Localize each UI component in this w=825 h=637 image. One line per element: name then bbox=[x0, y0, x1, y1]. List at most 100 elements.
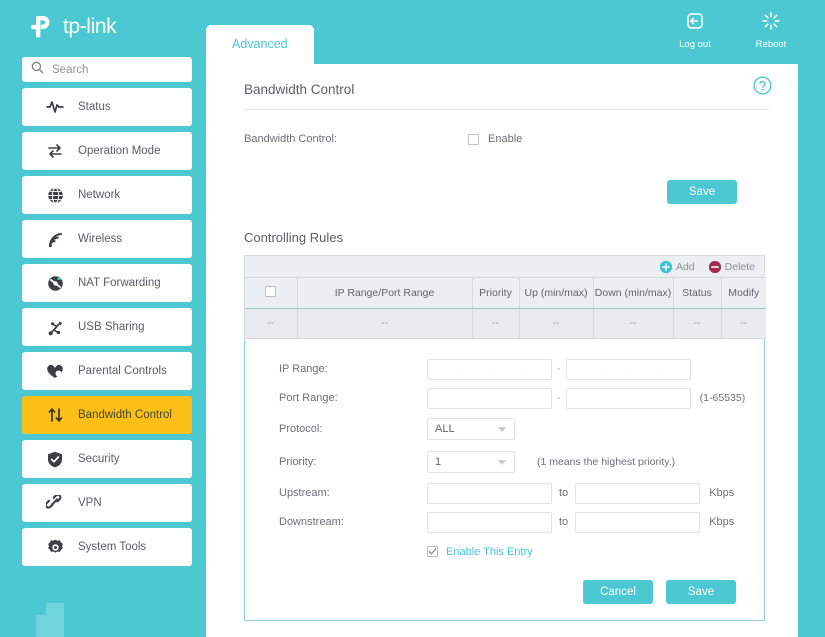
port-range-row: Port Range: - (1-65535) bbox=[245, 384, 764, 413]
refresh-circle-icon bbox=[46, 274, 64, 292]
sidebar-item-usb-sharing[interactable]: USB Sharing bbox=[22, 308, 192, 346]
sidebar-item-nat-forwarding[interactable]: NAT Forwarding bbox=[22, 264, 192, 302]
sidebar-item-label: Status bbox=[78, 101, 111, 113]
logout-label: Log out bbox=[679, 39, 711, 50]
sidebar: tp-link Search Status bbox=[0, 0, 206, 637]
priority-select[interactable]: 1 bbox=[427, 451, 515, 473]
sidebar-item-vpn[interactable]: VPN bbox=[22, 484, 192, 522]
priority-label: Priority: bbox=[279, 456, 427, 468]
sidebar-item-system-tools[interactable]: System Tools bbox=[22, 528, 192, 566]
upstream-row: Upstream: to Kbps bbox=[245, 479, 764, 508]
chevron-down-icon bbox=[498, 427, 506, 432]
sidebar-item-label: NAT Forwarding bbox=[78, 277, 161, 289]
add-rule-button[interactable]: Add bbox=[660, 261, 695, 273]
search-placeholder: Search bbox=[52, 64, 88, 76]
sidebar-menu: Status Operation Mode bbox=[22, 88, 192, 572]
protocol-label: Protocol: bbox=[279, 423, 427, 435]
ip-range-end-input[interactable] bbox=[566, 359, 691, 380]
reboot-button[interactable]: Reboot bbox=[745, 11, 797, 50]
sidebar-item-operation-mode[interactable]: Operation Mode bbox=[22, 132, 192, 170]
upstream-label: Upstream: bbox=[279, 487, 427, 499]
sidebar-item-status[interactable]: Status bbox=[22, 88, 192, 126]
upstream-max-input[interactable] bbox=[575, 483, 700, 504]
port-range-label: Port Range: bbox=[279, 392, 427, 404]
chevron-down-icon bbox=[498, 460, 506, 465]
upstream-separator: to bbox=[559, 487, 568, 499]
form-actions: Cancel Save bbox=[245, 580, 764, 604]
cell-ip-port-range: -- bbox=[297, 308, 472, 338]
downstream-min-input[interactable] bbox=[427, 512, 552, 533]
up-down-arrows-icon bbox=[46, 406, 64, 424]
ip-range-row: IP Range: ... - ... bbox=[245, 355, 764, 384]
port-range-end-input[interactable] bbox=[566, 388, 691, 409]
ip-range-start-input[interactable] bbox=[427, 359, 552, 380]
priority-row: Priority: 1 (1 means the highest priorit… bbox=[245, 446, 764, 479]
enable-entry-row: Enable This Entry bbox=[245, 546, 764, 558]
downstream-row: Downstream: to Kbps bbox=[245, 508, 764, 537]
sidebar-item-wireless[interactable]: Wireless bbox=[22, 220, 192, 258]
priority-value: 1 bbox=[435, 456, 441, 468]
table-row[interactable]: -- -- -- -- -- -- -- bbox=[245, 308, 766, 338]
ip-range-label: IP Range: bbox=[279, 363, 427, 375]
sidebar-item-label: USB Sharing bbox=[78, 321, 144, 333]
pulse-icon bbox=[46, 98, 64, 116]
protocol-row: Protocol: ALL bbox=[245, 413, 764, 446]
column-down-min-max: Down (min/max) bbox=[593, 278, 673, 308]
column-ip-port-range: IP Range/Port Range bbox=[297, 278, 472, 308]
port-range-separator: - bbox=[557, 392, 561, 404]
sidebar-item-parental-controls[interactable]: Parental Controls bbox=[22, 352, 192, 390]
search-input[interactable]: Search bbox=[22, 57, 192, 82]
main-content: Bandwidth Control Bandwidth Control: Ena… bbox=[206, 64, 798, 637]
protocol-select[interactable]: ALL bbox=[427, 418, 515, 440]
sidebar-item-label: Bandwidth Control bbox=[78, 409, 172, 421]
swap-arrows-icon bbox=[46, 142, 64, 160]
bandwidth-save-button[interactable]: Save bbox=[667, 180, 737, 204]
sidebar-item-network[interactable]: Network bbox=[22, 176, 192, 214]
priority-hint: (1 means the highest priority.) bbox=[537, 456, 675, 468]
select-all-checkbox[interactable] bbox=[265, 286, 276, 297]
help-icon[interactable] bbox=[753, 76, 772, 100]
sidebar-item-bandwidth-control[interactable]: Bandwidth Control bbox=[22, 396, 192, 434]
upstream-min-input[interactable] bbox=[427, 483, 552, 504]
chain-link-icon bbox=[46, 494, 64, 512]
search-icon bbox=[31, 61, 44, 79]
tab-advanced[interactable]: Advanced bbox=[206, 25, 314, 64]
sidebar-item-label: VPN bbox=[78, 497, 102, 509]
add-rule-label: Add bbox=[676, 261, 695, 273]
logout-button[interactable]: Log out bbox=[669, 11, 721, 50]
sidebar-item-security[interactable]: Security bbox=[22, 440, 192, 478]
table-toolbar: Add Delete bbox=[245, 256, 764, 278]
downstream-separator: to bbox=[559, 516, 568, 528]
delete-rule-button[interactable]: Delete bbox=[709, 261, 755, 273]
cancel-button[interactable]: Cancel bbox=[583, 580, 653, 604]
downstream-label: Downstream: bbox=[279, 516, 427, 528]
section-divider bbox=[244, 109, 770, 110]
protocol-value: ALL bbox=[435, 423, 455, 435]
sidebar-item-label: Security bbox=[78, 453, 120, 465]
port-range-start-input[interactable] bbox=[427, 388, 552, 409]
tab-advanced-label: Advanced bbox=[232, 37, 288, 51]
column-up-min-max: Up (min/max) bbox=[519, 278, 593, 308]
header-actions: Log out bbox=[669, 11, 797, 50]
upstream-unit: Kbps bbox=[709, 487, 734, 499]
save-button[interactable]: Save bbox=[666, 580, 736, 604]
controlling-rules-table-wrap: Add Delete bbox=[244, 255, 765, 339]
column-status: Status bbox=[673, 278, 721, 308]
globe-icon bbox=[46, 186, 64, 204]
enable-entry-checkbox[interactable] bbox=[427, 546, 438, 557]
sidebar-item-label: System Tools bbox=[78, 541, 146, 553]
bandwidth-control-enable-checkbox[interactable] bbox=[468, 134, 479, 145]
reboot-label: Reboot bbox=[756, 39, 787, 50]
enable-entry-label[interactable]: Enable This Entry bbox=[446, 546, 533, 558]
sidebar-item-label: Operation Mode bbox=[78, 145, 160, 157]
bandwidth-control-title: Bandwidth Control bbox=[244, 82, 770, 109]
logout-icon bbox=[685, 11, 705, 36]
minus-circle-icon bbox=[709, 261, 721, 273]
bandwidth-save-row: Save bbox=[244, 180, 770, 204]
downstream-max-input[interactable] bbox=[575, 512, 700, 533]
usb-icon bbox=[46, 318, 64, 336]
column-modify: Modify bbox=[721, 278, 766, 308]
tplink-logo-icon bbox=[26, 12, 56, 42]
table-header-row: IP Range/Port Range Priority Up (min/max… bbox=[245, 278, 766, 308]
reboot-icon bbox=[761, 11, 781, 36]
